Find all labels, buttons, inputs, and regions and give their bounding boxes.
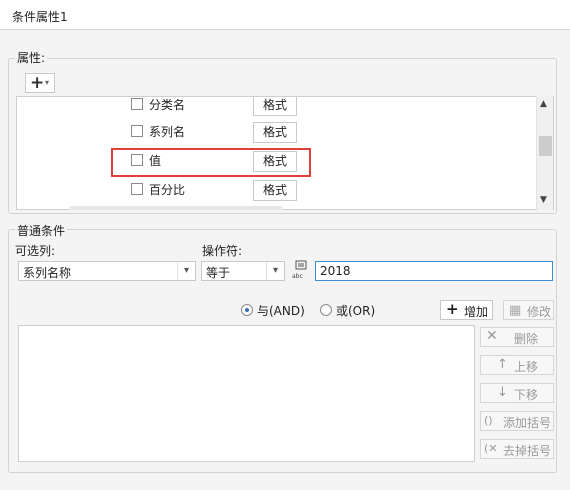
column-label: 可选列: xyxy=(15,244,56,258)
highlight-box xyxy=(111,148,311,177)
condition-list[interactable] xyxy=(18,325,475,462)
value-input[interactable]: 2018 xyxy=(315,261,553,281)
remove-parentheses-icon: (✕ xyxy=(484,442,498,455)
vertical-scrollbar[interactable]: ▲ ▼ xyxy=(536,96,553,210)
percent-checkbox[interactable] xyxy=(131,183,143,195)
remove-paren-button[interactable]: (✕ 去掉括号 xyxy=(480,439,554,459)
parentheses-icon: () xyxy=(484,414,493,427)
plus-icon: + xyxy=(30,73,45,93)
move-up-label: 上移 xyxy=(514,360,539,374)
delete-label: 删除 xyxy=(514,332,539,346)
modify-label: 修改 xyxy=(527,305,552,319)
category-format-button[interactable]: 格式 xyxy=(253,97,297,116)
condition-legend: 普通条件 xyxy=(15,222,68,239)
or-label[interactable]: 或(OR) xyxy=(336,302,375,319)
remove-paren-label: 去掉括号 xyxy=(503,444,552,458)
edit-icon: ▦ xyxy=(509,303,522,318)
and-radio[interactable] xyxy=(241,304,253,316)
series-label: 系列名 xyxy=(149,125,186,139)
chevron-down-icon: ▾ xyxy=(266,262,284,280)
add-condition-label: 增加 xyxy=(464,305,489,319)
series-format-button[interactable]: 格式 xyxy=(253,122,297,143)
move-up-button[interactable]: ↑ 上移 xyxy=(480,355,554,375)
scroll-thumb[interactable] xyxy=(539,136,552,156)
add-paren-label: 添加括号 xyxy=(503,416,552,430)
horizontal-scrollbar[interactable] xyxy=(70,206,282,210)
operator-select[interactable]: 等于 ▾ xyxy=(201,261,285,281)
chevron-down-icon: ▾ xyxy=(45,78,50,87)
move-down-button[interactable]: ↓ 下移 xyxy=(480,383,554,403)
arrow-up-icon: ↑ xyxy=(497,357,508,372)
attributes-legend: 属性: xyxy=(15,49,48,66)
percent-label: 百分比 xyxy=(149,183,186,197)
title-bar: 条件属性1 xyxy=(0,0,570,30)
move-down-label: 下移 xyxy=(514,388,539,402)
chevron-down-icon: ▾ xyxy=(177,262,195,280)
abc-formula-icon[interactable]: abc xyxy=(291,260,311,280)
plus-icon: + xyxy=(446,300,459,318)
list-item-series: 系列名 格式 xyxy=(131,122,301,144)
arrow-down-icon: ↓ xyxy=(497,385,508,400)
or-radio[interactable] xyxy=(320,304,332,316)
scroll-up-icon[interactable]: ▲ xyxy=(540,99,547,109)
operator-select-value: 等于 xyxy=(206,266,231,280)
list-item-category: 分类名 格式 xyxy=(131,97,301,117)
percent-format-button[interactable]: 格式 xyxy=(253,180,297,201)
delete-button[interactable]: ✕ 删除 xyxy=(480,327,554,347)
category-checkbox[interactable] xyxy=(131,98,143,110)
window-title: 条件属性1 xyxy=(12,10,68,24)
column-select[interactable]: 系列名称 ▾ xyxy=(18,261,196,281)
add-paren-button[interactable]: () 添加括号 xyxy=(480,411,554,431)
category-label: 分类名 xyxy=(149,98,186,112)
value-input-text: 2018 xyxy=(320,264,351,278)
svg-text:abc: abc xyxy=(292,273,303,280)
add-attribute-button[interactable]: + ▾ xyxy=(25,73,55,93)
series-checkbox[interactable] xyxy=(131,125,143,137)
list-item-percent: 百分比 格式 xyxy=(131,180,301,202)
scroll-down-icon[interactable]: ▼ xyxy=(540,195,547,205)
column-select-value: 系列名称 xyxy=(23,266,72,280)
add-condition-button[interactable]: + 增加 xyxy=(440,300,493,320)
and-label[interactable]: 与(AND) xyxy=(257,302,305,319)
operator-label: 操作符: xyxy=(202,244,243,258)
modify-button[interactable]: ▦ 修改 xyxy=(503,300,554,320)
close-icon: ✕ xyxy=(486,328,498,344)
